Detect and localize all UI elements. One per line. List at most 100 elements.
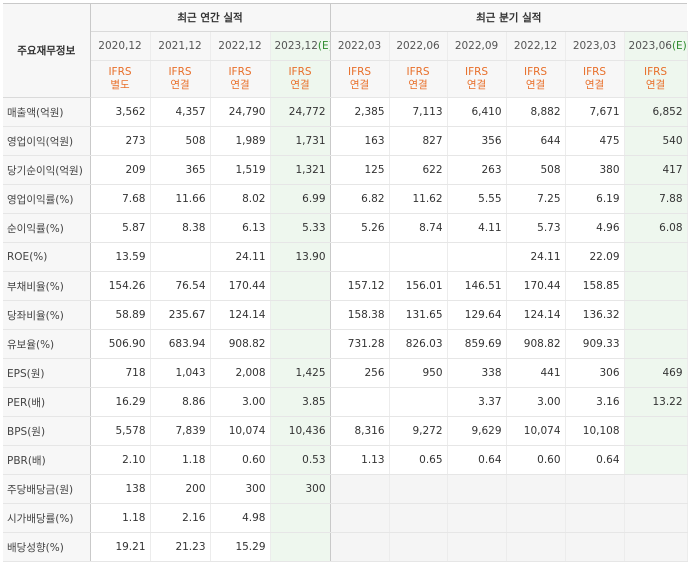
table-cell: 7.88 [624,184,688,214]
row-label: BPS(원) [3,416,91,446]
table-cell: 170.44 [210,271,271,301]
table-cell: 58.89 [90,300,151,330]
table-cell [389,474,448,504]
table-cell: 356 [447,126,507,156]
standard-name: IFRS [643,66,668,78]
table-cell: 5.73 [506,213,566,243]
table-cell: 19.21 [90,532,151,562]
table-cell: 622 [389,155,448,185]
table-cell: 131.65 [389,300,448,330]
table-cell: 4,357 [150,97,211,127]
table-cell: 256 [330,358,390,388]
table-cell: 859.69 [447,329,507,359]
row-label: 배당성향(%) [3,532,91,562]
table-cell: 683.94 [150,329,211,359]
annual-header: 최근 연간 실적 [90,3,331,32]
period-header: 2021,12 [150,31,211,61]
table-row: 영업이익률(%) 7.68 11.66 8.02 6.99 6.82 11.62 5.55 7.… [3,184,688,214]
consolidation-basis: 연결 [466,79,487,91]
table-cell [389,387,448,417]
table-cell: 7,113 [389,97,448,127]
table-cell: 125 [330,155,390,185]
table-row: PER(배) 16.29 8.86 3.00 3.85 3.37 3.00 3.16 13.22 [3,387,688,417]
accounting-standard: IFRS 연결 [389,60,448,98]
table-row: ROE(%) 13.59 24.11 13.90 24.11 22.09 [3,242,688,272]
table-cell [624,242,688,272]
table-cell: 163 [330,126,390,156]
table-cell: 826.03 [389,329,448,359]
table-cell: 718 [90,358,151,388]
row-label: PER(배) [3,387,91,417]
table-cell: 475 [565,126,625,156]
period-label: 2022,12 [218,40,262,52]
table-cell: 170.44 [506,271,566,301]
row-label: 주당배당금(원) [3,474,91,504]
table-cell: 7.25 [506,184,566,214]
table-cell: 9,272 [389,416,448,446]
table-cell: 508 [506,155,566,185]
table-cell [150,242,211,272]
table-cell [330,532,390,562]
table-cell: 13.59 [90,242,151,272]
table-cell: 1.18 [90,503,151,533]
period-header: 2020,12 [90,31,151,61]
table-cell: 1,989 [210,126,271,156]
table-row: 부채비율(%) 154.26 76.54 170.44 157.12 156.01 146.… [3,271,688,301]
table-cell [270,329,331,359]
table-cell: 6.99 [270,184,331,214]
table-cell: 76.54 [150,271,211,301]
period-header: 2022,12 [210,31,271,61]
table-cell: 1.18 [150,445,211,475]
table-cell [389,532,448,562]
table-cell: 5.87 [90,213,151,243]
table-cell [447,503,507,533]
table-cell [624,503,688,533]
table-cell [389,242,448,272]
table-cell: 136.32 [565,300,625,330]
table-cell [506,532,566,562]
table-cell: 4.98 [210,503,271,533]
table-cell: 540 [624,126,688,156]
consolidation-basis: 연결 [290,79,310,91]
table-cell: 158.38 [330,300,390,330]
table-row: 유보율(%) 506.90 683.94 908.82 731.28 826.03 859.… [3,329,688,359]
period-header: 2023,06(E) [624,31,688,61]
row-label: ROE(%) [3,242,91,272]
table-cell: 10,074 [506,416,566,446]
standard-name: IFRS [108,66,132,78]
table-cell: 8.86 [150,387,211,417]
table-cell: 908.82 [210,329,271,359]
row-label: 순이익률(%) [3,213,91,243]
table-cell: 3.85 [270,387,331,417]
table-cell: 5.26 [330,213,390,243]
table-cell: 124.14 [210,300,271,330]
table-cell: 24.11 [506,242,566,272]
table-cell: 4.96 [565,213,625,243]
table-cell: 2,385 [330,97,390,127]
table-cell: 7,671 [565,97,625,127]
accounting-standard: IFRS 연결 [330,60,390,98]
period-header: 2023,12(E) [270,31,331,61]
table-cell: 13.22 [624,387,688,417]
table-cell: 24,772 [270,97,331,127]
table-cell [565,503,625,533]
table-cell: 0.60 [506,445,566,475]
table-row: 배당성향(%) 19.21 21.23 15.29 [3,532,688,562]
table-cell [270,503,331,533]
table-cell [270,532,331,562]
table-row: 순이익률(%) 5.87 8.38 6.13 5.33 5.26 8.74 4.11 5.73 4… [3,213,688,243]
table-cell [330,242,390,272]
table-cell: 909.33 [565,329,625,359]
table-cell: 6.19 [565,184,625,214]
table-cell [447,474,507,504]
table-cell: 10,436 [270,416,331,446]
standard-name: IFRS [582,66,607,78]
consolidation-basis: 별도 [110,79,130,91]
table-cell: 508 [150,126,211,156]
table-row: 당기순이익(억원) 209 365 1,519 1,321 125 622 263 508 380… [3,155,688,185]
table-cell: 0.60 [210,445,271,475]
estimate-mark: (E) [671,40,687,52]
period-label: 2020,12 [98,40,142,52]
consolidation-basis: 연결 [584,79,605,91]
table-cell: 16.29 [90,387,151,417]
